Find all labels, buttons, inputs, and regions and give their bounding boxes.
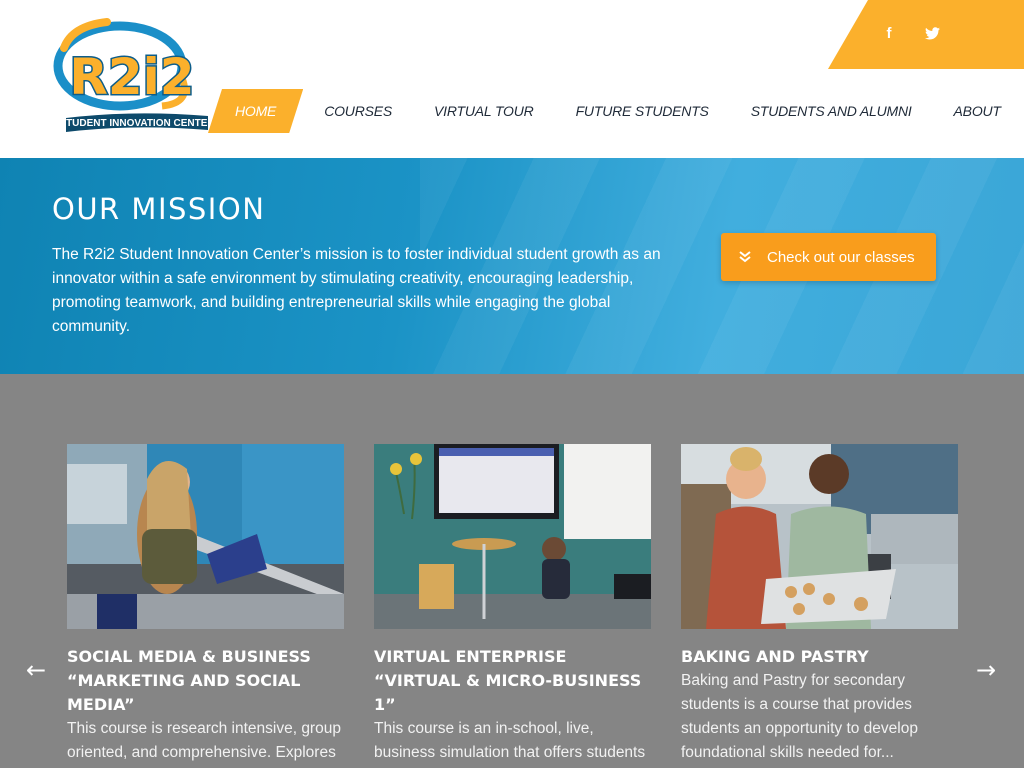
course-title[interactable]: SOCIAL MEDIA & BUSINESS “MARKETING AND S… bbox=[67, 645, 344, 717]
prev-arrow-icon[interactable]: ← bbox=[26, 656, 46, 684]
twitter-icon[interactable] bbox=[921, 22, 943, 44]
nav-students-and-alumni[interactable]: STUDENTS AND ALUMNI bbox=[730, 89, 933, 133]
double-chevron-down-icon bbox=[739, 251, 751, 263]
facebook-icon[interactable]: f bbox=[878, 22, 900, 44]
main-nav: HOME COURSES VIRTUAL TOUR FUTURE STUDENT… bbox=[208, 89, 1022, 133]
check-out-classes-button[interactable]: Check out our classes bbox=[721, 233, 936, 281]
course-image-virtual-enterprise[interactable] bbox=[374, 444, 651, 629]
course-desc: Baking and Pastry for secondary students… bbox=[681, 672, 918, 761]
courses-carousel: ← → SOCIAL MEDIA & BUSINESS “MARKETING A… bbox=[0, 374, 1024, 768]
nav-home[interactable]: HOME bbox=[208, 89, 303, 133]
logo-subtitle: STUDENT INNOVATION CENTER bbox=[59, 118, 212, 129]
social-bar: f bbox=[828, 0, 1024, 69]
logo-text: R2i2 bbox=[69, 48, 194, 106]
cta-label: Check out our classes bbox=[767, 248, 915, 266]
mission-title: OUR MISSION bbox=[52, 192, 266, 226]
nav-courses[interactable]: COURSES bbox=[303, 89, 413, 133]
course-image-baking-pastry[interactable] bbox=[681, 444, 958, 629]
course-card[interactable]: BAKING AND PASTRY Baking and Pastry for … bbox=[681, 444, 958, 765]
nav-virtual-tour[interactable]: VIRTUAL TOUR bbox=[413, 89, 555, 133]
course-desc: This course is research intensive, group… bbox=[67, 720, 341, 761]
course-card[interactable]: VIRTUAL ENTERPRISE “VIRTUAL & MICRO-BUSI… bbox=[374, 444, 651, 768]
course-card[interactable]: SOCIAL MEDIA & BUSINESS “MARKETING AND S… bbox=[67, 444, 344, 765]
course-title[interactable]: VIRTUAL ENTERPRISE “VIRTUAL & MICRO-BUSI… bbox=[374, 645, 651, 717]
r2i2-logo[interactable]: R2i2 STUDENT INNOVATION CENTER bbox=[52, 18, 215, 134]
nav-future-students[interactable]: FUTURE STUDENTS bbox=[555, 89, 730, 133]
site-header: f R2i2 STUDENT INNOVATION CENTER HOME CO… bbox=[0, 0, 1024, 158]
next-arrow-icon[interactable]: → bbox=[976, 656, 996, 684]
mission-section: OUR MISSION The R2i2 Student Innovation … bbox=[0, 158, 1024, 374]
mission-text: The R2i2 Student Innovation Center’s mis… bbox=[52, 246, 661, 335]
course-image-social-media[interactable] bbox=[67, 444, 344, 629]
course-title[interactable]: BAKING AND PASTRY bbox=[681, 645, 958, 669]
nav-about[interactable]: ABOUT bbox=[933, 89, 1022, 133]
course-desc: This course is an in-school, live, busin… bbox=[374, 720, 646, 761]
